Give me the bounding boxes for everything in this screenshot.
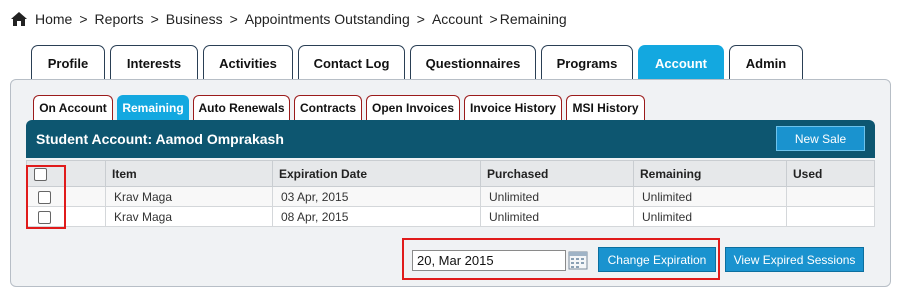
breadcrumb-account[interactable]: Account	[432, 11, 483, 27]
row-checkbox[interactable]	[38, 190, 51, 204]
tab-contracts[interactable]: Contracts	[294, 95, 362, 120]
row-select-cell	[26, 206, 106, 227]
breadcrumb-separator: >	[489, 11, 498, 27]
tab-programs[interactable]: Programs	[541, 45, 633, 80]
tab-profile[interactable]: Profile	[31, 45, 105, 80]
item-cell: Krav Maga	[105, 206, 273, 227]
column-header-remaining[interactable]: Remaining	[633, 160, 787, 187]
select-all-checkbox[interactable]	[34, 167, 47, 181]
column-header-purchased[interactable]: Purchased	[480, 160, 634, 187]
tab-msi-history[interactable]: MSI History	[566, 95, 645, 120]
tab-on-account[interactable]: On Account	[33, 95, 113, 120]
select-all-header	[26, 160, 106, 187]
remaining-table: Item Expiration Date Purchased Remaining…	[26, 160, 875, 227]
breadcrumb-home[interactable]: Home	[35, 11, 72, 27]
tab-questionnaires[interactable]: Questionnaires	[410, 45, 536, 80]
account-header: Student Account: Aamod Omprakash New Sal…	[26, 120, 875, 158]
row-select-cell	[26, 186, 106, 207]
tab-activities[interactable]: Activities	[203, 45, 293, 80]
purchased-cell: Unlimited	[480, 206, 634, 227]
remaining-cell: Unlimited	[633, 206, 787, 227]
tab-auto-renewals[interactable]: Auto Renewals	[193, 95, 290, 120]
home-icon[interactable]	[11, 12, 27, 26]
table-row: Krav Maga 08 Apr, 2015 Unlimited Unlimit…	[26, 206, 875, 227]
tab-invoice-history[interactable]: Invoice History	[464, 95, 562, 120]
view-expired-sessions-button[interactable]: View Expired Sessions	[725, 247, 864, 272]
account-title: Student Account: Aamod Omprakash	[36, 131, 284, 147]
breadcrumb-remaining: Remaining	[499, 11, 567, 27]
table-row: Krav Maga 03 Apr, 2015 Unlimited Unlimit…	[26, 186, 875, 207]
breadcrumb-business[interactable]: Business	[166, 11, 223, 27]
tab-account[interactable]: Account	[638, 45, 724, 80]
expiration-cell: 03 Apr, 2015	[272, 186, 481, 207]
column-header-item[interactable]: Item	[105, 160, 273, 187]
column-header-used[interactable]: Used	[786, 160, 875, 187]
tab-contact-log[interactable]: Contact Log	[298, 45, 405, 80]
breadcrumb-separator: >	[416, 11, 425, 27]
top-tabs: Profile Interests Activities Contact Log…	[31, 45, 808, 81]
expiration-date-input[interactable]	[412, 250, 566, 271]
row-checkbox[interactable]	[38, 210, 51, 224]
tab-interests[interactable]: Interests	[110, 45, 198, 80]
tab-admin[interactable]: Admin	[729, 45, 803, 80]
expiration-cell: 08 Apr, 2015	[272, 206, 481, 227]
used-cell	[786, 206, 875, 227]
table-header-row: Item Expiration Date Purchased Remaining…	[26, 160, 875, 187]
item-cell: Krav Maga	[105, 186, 273, 207]
breadcrumb-separator: >	[150, 11, 159, 27]
sub-tabs: On Account Remaining Auto Renewals Contr…	[33, 95, 649, 120]
breadcrumb-appointments-outstanding[interactable]: Appointments Outstanding	[245, 11, 410, 27]
change-expiration-button[interactable]: Change Expiration	[598, 247, 716, 272]
calendar-icon[interactable]	[568, 250, 588, 270]
breadcrumb: Home > Reports > Business > Appointments…	[11, 10, 567, 28]
breadcrumb-reports[interactable]: Reports	[95, 11, 144, 27]
used-cell	[786, 186, 875, 207]
tab-open-invoices[interactable]: Open Invoices	[366, 95, 460, 120]
tab-remaining[interactable]: Remaining	[117, 95, 189, 120]
column-header-expiration-date[interactable]: Expiration Date	[272, 160, 481, 187]
new-sale-button[interactable]: New Sale	[776, 126, 865, 151]
breadcrumb-separator: >	[229, 11, 238, 27]
purchased-cell: Unlimited	[480, 186, 634, 207]
breadcrumb-separator: >	[79, 11, 88, 27]
remaining-cell: Unlimited	[633, 186, 787, 207]
